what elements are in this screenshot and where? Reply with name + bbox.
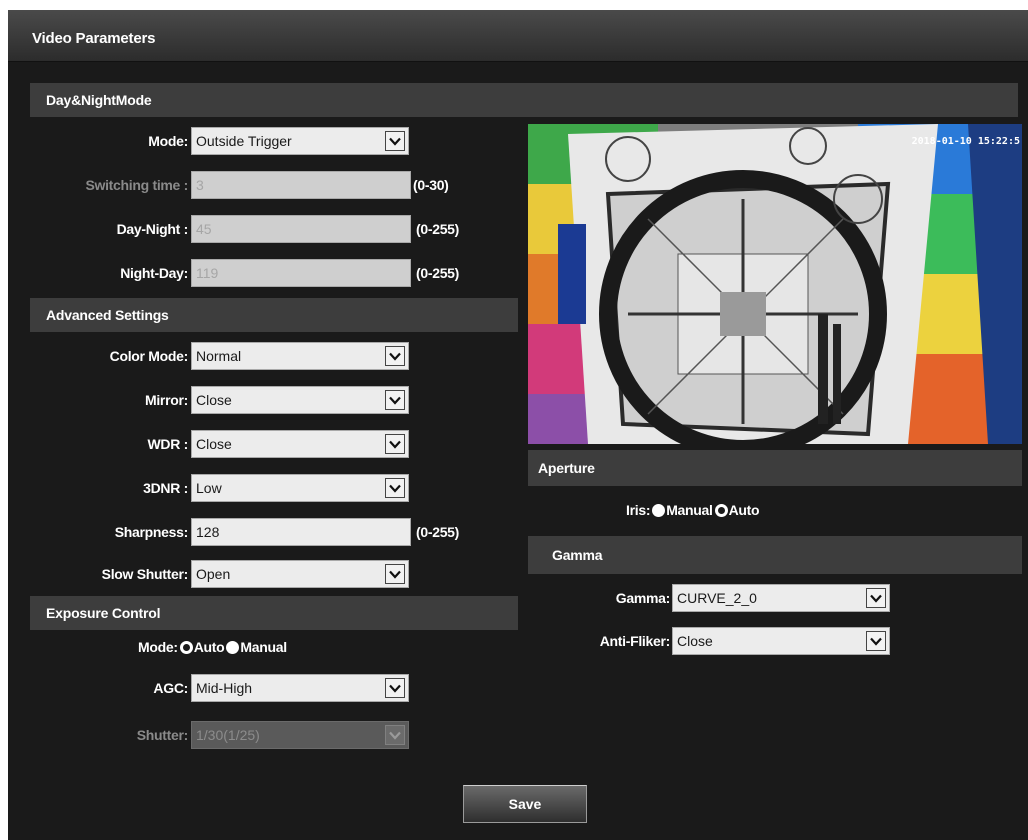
mirror-value: Close: [196, 392, 232, 408]
chevron-down-icon[interactable]: [866, 588, 886, 608]
radio-unselected-icon[interactable]: [226, 640, 240, 654]
slow-shutter-value: Open: [196, 566, 231, 582]
day-night-mode-label: Mode:: [148, 133, 188, 149]
preview-timestamp: 2018-01-10 15:22:5: [911, 136, 1020, 147]
exposure-mode-auto-label[interactable]: Auto: [194, 639, 225, 655]
sharpness-input[interactable]: 128: [191, 518, 411, 546]
night-day-threshold-range: (0-255): [416, 265, 460, 281]
anti-flicker-value: Close: [677, 633, 713, 649]
aperture-header: Aperture: [528, 450, 1022, 486]
anti-flicker-select[interactable]: Close: [672, 627, 890, 655]
switching-time-input[interactable]: 3: [191, 171, 411, 199]
sharpness-label: Sharpness:: [114, 524, 189, 540]
chevron-down-icon[interactable]: [385, 434, 405, 454]
chevron-down-icon[interactable]: [385, 725, 405, 745]
wdr-label: WDR :: [147, 436, 189, 452]
chevron-down-icon[interactable]: [385, 678, 405, 698]
exposure-mode-manual-label[interactable]: Manual: [240, 639, 287, 655]
chevron-down-icon[interactable]: [866, 631, 886, 651]
camera-preview-image: 2018-01-10 15:22:5: [528, 124, 1022, 444]
day-night-threshold-input[interactable]: 45: [191, 215, 411, 243]
anti-flicker-label: Anti-Fliker:: [599, 633, 671, 649]
day-night-threshold-range: (0-255): [416, 221, 460, 237]
day-night-section-header: Day&NightMode: [30, 83, 1018, 117]
shutter-label: Shutter:: [136, 727, 189, 743]
day-night-mode-select[interactable]: Outside Trigger: [191, 127, 409, 155]
day-night-threshold-label: Day-Night :: [116, 221, 189, 237]
night-day-threshold-label: Night-Day:: [120, 265, 188, 281]
switching-time-range: (0-30): [413, 177, 449, 193]
color-mode-label: Color Mode:: [109, 348, 189, 364]
slow-shutter-label: Slow Shutter:: [101, 566, 189, 582]
exposure-control-header: Exposure Control: [30, 596, 518, 630]
exposure-mode-label: Mode:: [138, 639, 178, 655]
video-parameters-panel: Video Parameters Day&NightMode Mode: Out…: [8, 10, 1028, 840]
chevron-down-icon[interactable]: [385, 390, 405, 410]
test-chart-scene: [528, 124, 1022, 444]
save-button[interactable]: Save: [463, 785, 587, 823]
wdr-select[interactable]: Close: [191, 430, 409, 458]
color-mode-value: Normal: [196, 348, 242, 364]
color-mode-select[interactable]: Normal: [191, 342, 409, 370]
3dnr-label: 3DNR :: [143, 480, 188, 496]
gamma-select[interactable]: CURVE_2_0: [672, 584, 890, 612]
radio-selected-icon[interactable]: [179, 640, 193, 654]
radio-selected-icon[interactable]: [714, 503, 728, 517]
mirror-label: Mirror:: [144, 392, 188, 408]
gamma-label: Gamma:: [615, 590, 671, 606]
switching-time-label: Switching time :: [85, 177, 188, 193]
page-title: Video Parameters: [32, 30, 156, 47]
iris-group: Iris: Manual Auto: [626, 498, 760, 522]
chevron-down-icon[interactable]: [385, 478, 405, 498]
radio-unselected-icon[interactable]: [652, 503, 666, 517]
shutter-select[interactable]: 1/30(1/25): [191, 721, 409, 749]
mirror-select[interactable]: Close: [191, 386, 409, 414]
slow-shutter-select[interactable]: Open: [191, 560, 409, 588]
title-bar: Video Parameters: [8, 10, 1028, 62]
3dnr-value: Low: [196, 480, 222, 496]
chevron-down-icon[interactable]: [385, 131, 405, 151]
iris-label: Iris:: [626, 502, 651, 518]
agc-value: Mid-High: [196, 680, 253, 696]
agc-label: AGC:: [153, 680, 188, 696]
night-day-threshold-input[interactable]: 119: [191, 259, 411, 287]
iris-auto-label[interactable]: Auto: [729, 502, 760, 518]
day-night-mode-value: Outside Trigger: [196, 133, 292, 149]
wdr-value: Close: [196, 436, 232, 452]
3dnr-select[interactable]: Low: [191, 474, 409, 502]
gamma-header: Gamma: [528, 536, 1022, 574]
chevron-down-icon[interactable]: [385, 564, 405, 584]
agc-select[interactable]: Mid-High: [191, 674, 409, 702]
chevron-down-icon[interactable]: [385, 346, 405, 366]
gamma-value: CURVE_2_0: [677, 590, 757, 606]
exposure-mode-group: Mode: Auto Manual: [138, 635, 287, 659]
shutter-value: 1/30(1/25): [196, 727, 260, 743]
sharpness-range: (0-255): [416, 524, 460, 540]
iris-manual-label[interactable]: Manual: [666, 502, 713, 518]
advanced-settings-header: Advanced Settings: [30, 298, 518, 332]
